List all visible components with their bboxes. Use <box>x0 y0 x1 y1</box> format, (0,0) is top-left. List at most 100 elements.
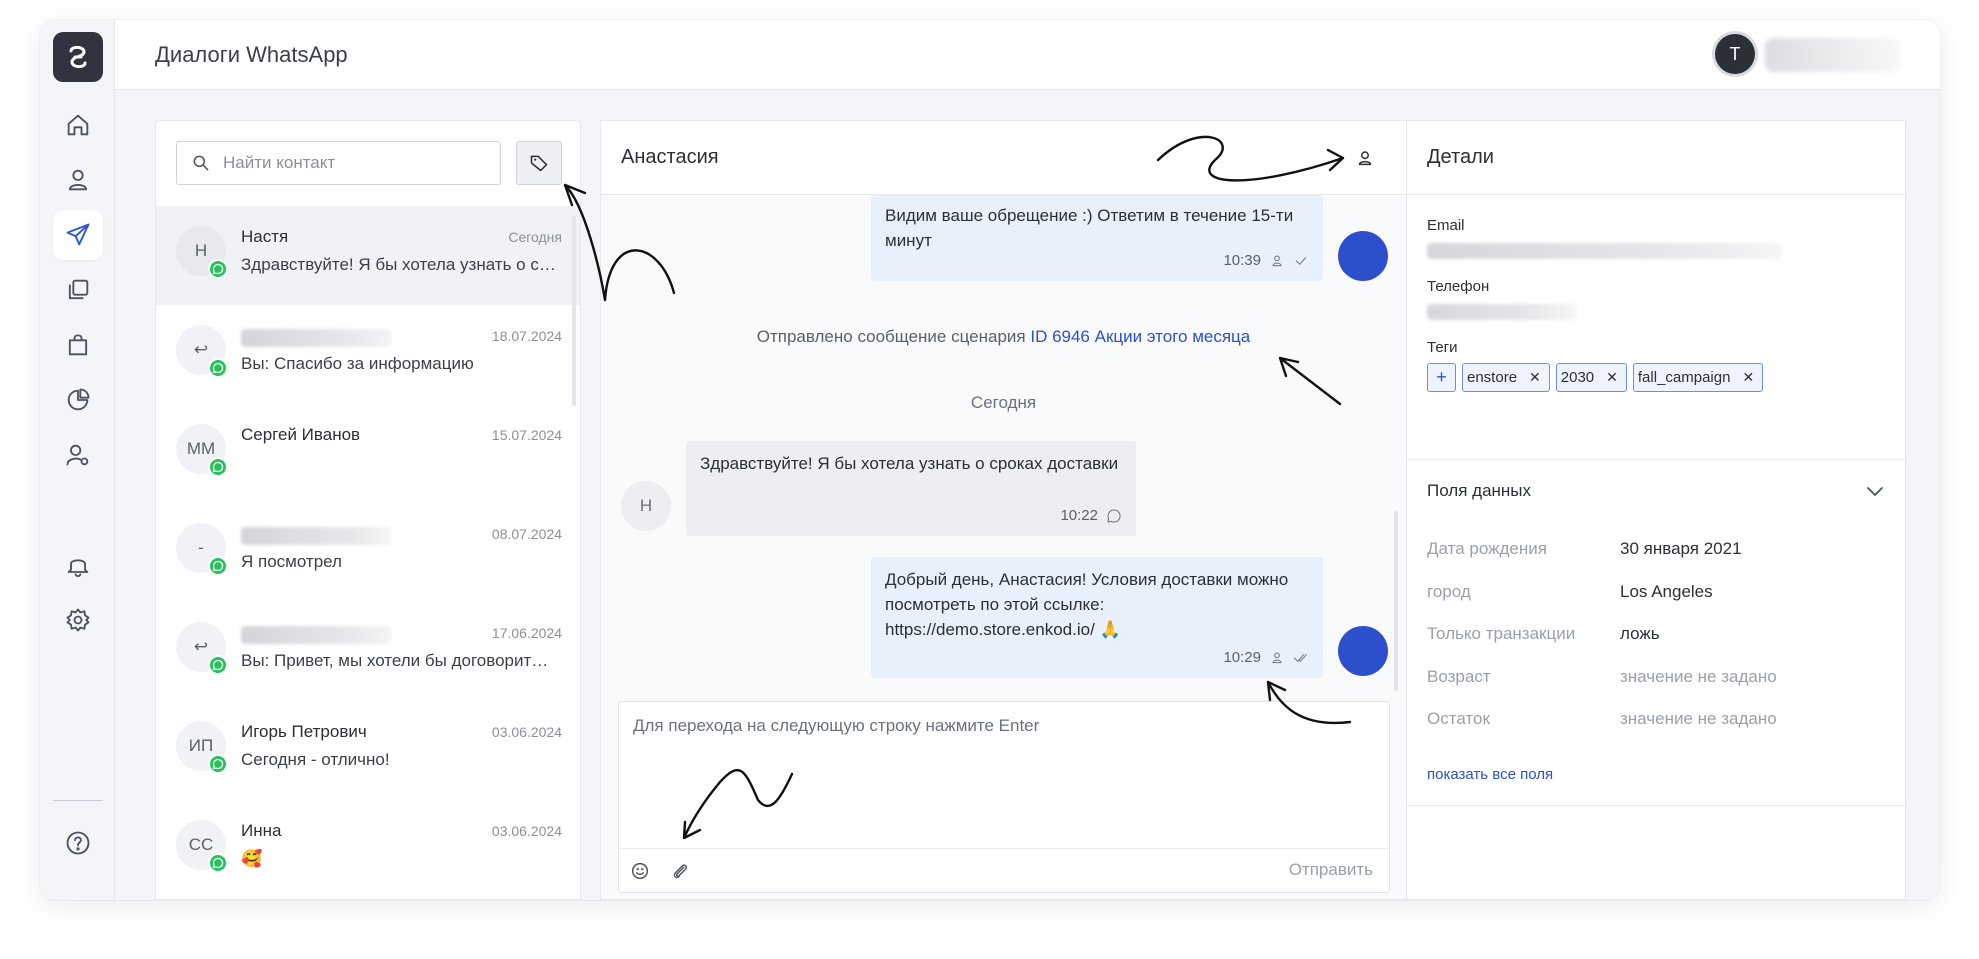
message-meta: 10:29 <box>1223 645 1309 670</box>
app-logo[interactable] <box>53 32 103 82</box>
assign-operator-icon[interactable] <box>1354 147 1376 169</box>
message-composer: Отправить <box>618 701 1390 893</box>
field-key: Возраст <box>1427 667 1491 686</box>
contact-date: 03.06.2024 <box>491 823 562 839</box>
logo-icon <box>69 45 87 69</box>
add-tag-button[interactable]: + <box>1427 363 1456 392</box>
message-time: 10:39 <box>1223 252 1261 269</box>
day-separator: Сегодня <box>970 393 1037 412</box>
tag-list: + enstore ✕ 2030 ✕ fall_campaign ✕ <box>1427 363 1764 392</box>
contact-preview: Здравствуйте! Я бы хотела узнать о срока… <box>241 255 556 274</box>
sidebar-item-store[interactable] <box>53 320 103 370</box>
contact-item[interactable]: ↩ 18.07.2024 Вы: Спасибо за информацию <box>156 305 580 404</box>
paperclip-icon <box>673 864 688 879</box>
whatsapp-badge-icon <box>208 853 228 873</box>
remove-tag-icon[interactable]: ✕ <box>1606 369 1618 386</box>
sidebar-nav <box>40 20 115 900</box>
field-value: значение не задано <box>1620 709 1777 728</box>
field-value: значение не задано <box>1620 667 1777 686</box>
chevron-down-icon[interactable] <box>1863 479 1887 503</box>
remove-tag-icon[interactable]: ✕ <box>1742 369 1754 386</box>
message-meta: 10:39 <box>1223 248 1309 273</box>
search-input[interactable] <box>223 153 483 173</box>
contact-item[interactable]: ММ Сергей Иванов 15.07.2024 <box>156 404 580 503</box>
data-fields-title[interactable]: Поля данных <box>1427 481 1531 501</box>
contact-name-redacted <box>241 626 391 644</box>
contact-preview: Сегодня - отлично! <box>241 750 390 769</box>
contact-name-redacted <box>241 329 391 347</box>
sidebar-item-help[interactable] <box>53 818 103 868</box>
sidebar-item-analytics[interactable] <box>53 375 103 425</box>
show-all-fields-link[interactable]: показать все поля <box>1427 766 1553 783</box>
copy-icon <box>68 279 89 300</box>
contact-item[interactable]: СС Инна 03.06.2024 🥰 <box>156 800 580 899</box>
tag-chip: fall_campaign ✕ <box>1632 363 1764 392</box>
attach-button[interactable] <box>669 860 691 882</box>
sidebar-item-messages[interactable] <box>53 210 103 260</box>
user-icon <box>68 169 88 191</box>
field-key: Остаток <box>1427 709 1490 728</box>
chat-scrollbar[interactable] <box>1394 511 1398 691</box>
contact-preview: 🥰 <box>241 849 263 868</box>
user-avatar[interactable]: T <box>1715 34 1755 74</box>
sidebar-item-home[interactable] <box>53 100 103 150</box>
chat-panel: Анастасия Видим ваше обрещение :) Ответи… <box>600 120 1406 900</box>
bell-icon <box>67 559 89 578</box>
whatsapp-badge-icon <box>208 259 228 279</box>
field-key: Только транзакции <box>1427 624 1576 643</box>
tag-filter-button[interactable] <box>516 141 562 185</box>
contact-preview: Вы: Спасибо за информацию <box>241 354 474 373</box>
sidebar-item-notifications[interactable] <box>53 540 103 590</box>
contact-list-scrollbar[interactable] <box>572 216 576 406</box>
contact-search[interactable] <box>176 141 501 185</box>
message-meta: 10:22 <box>1060 503 1122 528</box>
tag-icon <box>530 155 548 172</box>
contact-item[interactable]: - 08.07.2024 Я посмотрел <box>156 503 580 602</box>
send-icon <box>66 223 90 246</box>
shopping-bag-icon <box>68 334 88 356</box>
contact-item[interactable]: Н Настя Сегодня Здравствуйте! Я бы хотел… <box>156 206 580 305</box>
chat-title: Анастасия <box>621 146 719 168</box>
message-input[interactable] <box>619 702 1389 850</box>
pie-chart-icon <box>67 388 90 411</box>
operator-avatar <box>1338 231 1388 281</box>
message-time: 10:29 <box>1223 649 1261 666</box>
whatsapp-badge-icon <box>208 754 228 774</box>
whatsapp-badge-icon <box>208 655 228 675</box>
contact-name: Сергей Иванов <box>241 425 361 444</box>
whatsapp-badge-icon <box>208 358 228 378</box>
field-value: Los Angeles <box>1620 582 1713 601</box>
operator-icon <box>1272 652 1282 663</box>
send-button[interactable]: Отправить <box>1289 860 1373 880</box>
double-check-icon <box>1293 653 1307 662</box>
contact-item[interactable]: ↩ 17.06.2024 Вы: Привет, мы хотели бы до… <box>156 602 580 701</box>
message-incoming: Здравствуйте! Я бы хотела узнать о срока… <box>686 441 1136 536</box>
field-key: город <box>1427 582 1471 601</box>
gear-icon <box>66 608 90 632</box>
emoji-button[interactable] <box>629 860 651 882</box>
remove-tag-icon[interactable]: ✕ <box>1529 369 1541 386</box>
tag-label: 2030 <box>1560 369 1595 386</box>
message-text: Добрый день, Анастасия! Условия доставки… <box>885 570 1289 639</box>
user-settings-icon <box>66 444 89 466</box>
message-text: Видим ваше обрещение :) Ответим в течени… <box>885 206 1294 250</box>
field-value: ложь <box>1620 624 1660 643</box>
details-panel: Детали Email Телефон Теги + enstore ✕ 203… <box>1406 120 1906 900</box>
sidebar-item-templates[interactable] <box>53 265 103 315</box>
message-text: Здравствуйте! Я бы хотела узнать о срока… <box>700 454 1119 473</box>
check-icon <box>1295 256 1307 265</box>
app-window: Диалоги WhatsApp T Н Настя Сегодня Здрав… <box>40 20 1940 900</box>
scenario-link[interactable]: ID 6946 Акции этого месяца <box>1030 327 1250 346</box>
whatsapp-badge-icon <box>208 556 228 576</box>
sidebar-item-user-settings[interactable] <box>53 430 103 480</box>
contact-item[interactable]: ИП Игорь Петрович 03.06.2024 Сегодня - о… <box>156 701 580 800</box>
home-icon <box>67 114 89 136</box>
system-message: Отправлено сообщение сценария ID 6946 Ак… <box>601 327 1406 347</box>
tag-chip: 2030 ✕ <box>1555 363 1627 392</box>
contact-name: Игорь Петрович <box>241 722 367 741</box>
sidebar-item-settings[interactable] <box>53 595 103 645</box>
sidebar-item-contacts[interactable] <box>53 155 103 205</box>
contact-preview: Вы: Привет, мы хотели бы договориться <box>241 651 556 670</box>
contact-name: Инна <box>241 821 282 840</box>
tag-chip: enstore ✕ <box>1462 363 1550 392</box>
